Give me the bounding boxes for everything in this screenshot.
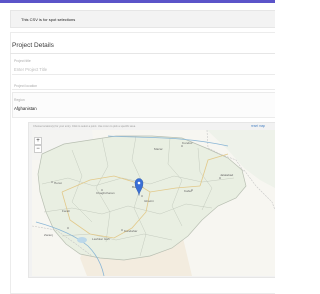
top-accent-bar xyxy=(0,0,275,3)
reset-map-link[interactable]: reset map xyxy=(251,124,265,128)
region-value[interactable]: Afghanistan xyxy=(14,106,37,111)
map-lake xyxy=(77,237,87,243)
place-label: Kandahar xyxy=(124,229,137,233)
place-label: Herat xyxy=(54,181,62,185)
project-title-underline xyxy=(12,74,275,75)
city-dot xyxy=(67,227,69,229)
place-label: Ghazni xyxy=(144,199,154,203)
place-label: Zaranj xyxy=(44,233,53,237)
place-label: Mazar xyxy=(154,147,163,151)
project-title-label: Project title xyxy=(14,59,31,63)
card-divider xyxy=(10,53,275,54)
place-label: Jalalabad xyxy=(220,173,234,177)
city-dot xyxy=(181,145,183,147)
city-dot xyxy=(121,229,123,231)
zoom-out-button[interactable]: − xyxy=(34,145,42,153)
place-label: Kabul xyxy=(184,189,192,193)
map-hint: Choose location(s) for your entry. Click… xyxy=(33,125,136,128)
place-label: Farah xyxy=(62,209,70,213)
project-title-input[interactable]: Enter Project Title xyxy=(14,67,47,72)
project-location-label: Project location xyxy=(14,84,38,88)
zoom-in-button[interactable]: + xyxy=(34,137,42,145)
map-canvas[interactable]: Kabul Herat Kandahar Mazar Kunduz Bamyan… xyxy=(32,130,275,276)
place-label: Lashkar Gah xyxy=(92,237,110,241)
city-dot xyxy=(219,177,221,179)
project-location-underline xyxy=(12,89,275,90)
notice-banner: This CSV is for spot selections xyxy=(10,10,275,28)
place-label: Chaghcharan xyxy=(96,191,115,195)
region-select[interactable] xyxy=(12,92,275,118)
city-dot xyxy=(51,181,53,183)
region-label: Region xyxy=(14,98,25,102)
place-label: Kunduz xyxy=(182,141,193,145)
notice-text: This CSV is for spot selections xyxy=(21,17,76,22)
city-dot xyxy=(141,195,143,197)
card-title: Project Details xyxy=(12,42,54,49)
